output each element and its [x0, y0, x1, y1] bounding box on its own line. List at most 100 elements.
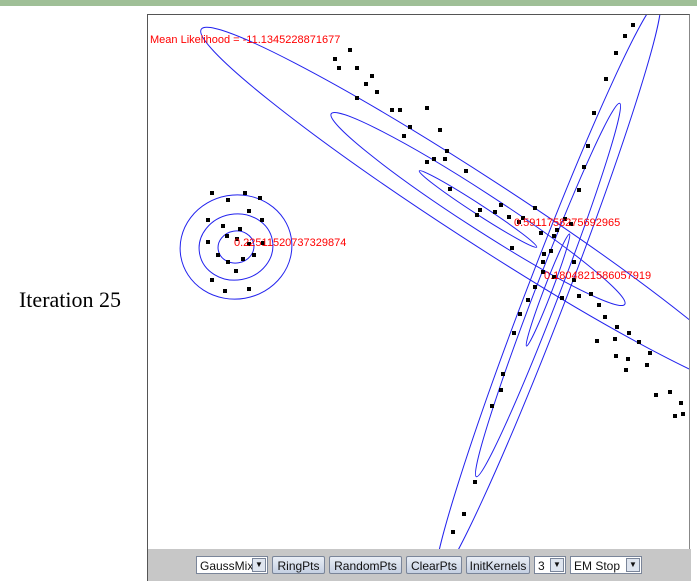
kernel-weight-label-1: 0.22511520737329874 — [234, 237, 346, 249]
mode-select[interactable]: GaussMix ▼ — [196, 556, 268, 574]
sample-point — [614, 51, 618, 55]
sample-point — [560, 296, 564, 300]
sample-point — [577, 294, 581, 298]
iteration-label: Iteration 25 — [18, 287, 122, 312]
sample-point — [510, 246, 514, 250]
chevron-down-icon: ▼ — [550, 558, 564, 572]
sample-point — [252, 253, 256, 257]
kernel-3-contour — [434, 15, 662, 550]
sample-point — [226, 198, 230, 202]
sample-point — [549, 249, 553, 253]
clear-pts-button[interactable]: ClearPts — [406, 556, 462, 574]
sample-point — [654, 393, 658, 397]
sample-point — [462, 512, 466, 516]
kernel-2-contour — [200, 26, 689, 392]
sample-point — [645, 363, 649, 367]
sample-point — [260, 218, 264, 222]
sample-point — [539, 231, 543, 235]
sample-point — [390, 108, 394, 112]
sample-point — [216, 253, 220, 257]
sample-point — [589, 292, 593, 296]
sample-point — [613, 337, 617, 341]
sample-point — [586, 144, 590, 148]
sample-point — [443, 157, 447, 161]
sample-point — [210, 191, 214, 195]
kernel-count-select[interactable]: 3 ▼ — [534, 556, 566, 574]
sample-point — [247, 209, 251, 213]
em-state-select[interactable]: EM Stop ▼ — [570, 556, 642, 574]
sample-point — [475, 213, 479, 217]
sample-point — [577, 188, 581, 192]
sample-point — [451, 530, 455, 534]
sample-point — [627, 331, 631, 335]
sample-point — [679, 401, 683, 405]
sample-point — [223, 289, 227, 293]
sample-point — [425, 106, 429, 110]
sample-point — [493, 210, 497, 214]
sample-point — [438, 128, 442, 132]
sample-point — [582, 165, 586, 169]
sample-point — [432, 157, 436, 161]
sample-point — [614, 354, 618, 358]
kernel-weight-label-3: 0.1804821586057919 — [544, 270, 651, 282]
sample-point — [258, 196, 262, 200]
sample-point — [206, 240, 210, 244]
sample-point — [637, 340, 641, 344]
ring-pts-button[interactable]: RingPts — [272, 556, 325, 574]
sample-point — [648, 351, 652, 355]
plot-svg: Mean Likelihood = -11.1345228871677 0.22… — [150, 15, 689, 550]
sample-point — [572, 260, 576, 264]
sample-point — [604, 77, 608, 81]
kernel-3-contour — [474, 102, 622, 478]
sample-point — [398, 108, 402, 112]
sample-point — [425, 160, 429, 164]
sample-point — [631, 23, 635, 27]
sample-point — [225, 234, 229, 238]
sample-point — [533, 285, 537, 289]
init-kernels-button[interactable]: InitKernels — [466, 556, 530, 574]
sample-point — [355, 96, 359, 100]
sample-point — [512, 331, 516, 335]
sample-point — [597, 303, 601, 307]
sample-point — [247, 287, 251, 291]
sample-point — [526, 298, 530, 302]
sample-point — [375, 90, 379, 94]
sample-point — [542, 252, 546, 256]
sample-point — [448, 187, 452, 191]
sample-point — [603, 315, 607, 319]
sample-point — [234, 269, 238, 273]
sample-point — [445, 149, 449, 153]
sample-point — [473, 480, 477, 484]
random-pts-button[interactable]: RandomPts — [329, 556, 402, 574]
sample-point — [241, 257, 245, 261]
slide-top-bar — [0, 0, 697, 6]
em-state-value: EM Stop — [574, 559, 621, 573]
sample-point — [402, 134, 406, 138]
sample-point — [501, 372, 505, 376]
sample-point — [210, 278, 214, 282]
sample-point — [624, 368, 628, 372]
sample-point — [333, 57, 337, 61]
sample-point — [355, 66, 359, 70]
sample-point — [615, 325, 619, 329]
control-toolbar: GaussMix ▼ RingPts RandomPts ClearPts In… — [147, 549, 691, 581]
sample-point — [408, 125, 412, 129]
sample-point — [490, 404, 494, 408]
sample-point — [595, 339, 599, 343]
kernel-weight-label-2: 0.5911758275692965 — [514, 217, 620, 229]
em-plot-canvas[interactable]: Mean Likelihood = -11.1345228871677 0.22… — [147, 14, 690, 550]
sample-point — [370, 74, 374, 78]
sample-point — [348, 48, 352, 52]
sample-point — [681, 412, 685, 416]
sample-point — [238, 227, 242, 231]
sample-point — [533, 206, 537, 210]
sample-point — [478, 208, 482, 212]
sample-point — [226, 260, 230, 264]
sample-point — [221, 224, 225, 228]
chevron-down-icon: ▼ — [626, 558, 640, 572]
sample-point — [518, 312, 522, 316]
sample-point — [337, 66, 341, 70]
sample-point — [626, 357, 630, 361]
sample-point — [499, 388, 503, 392]
sample-point — [243, 191, 247, 195]
